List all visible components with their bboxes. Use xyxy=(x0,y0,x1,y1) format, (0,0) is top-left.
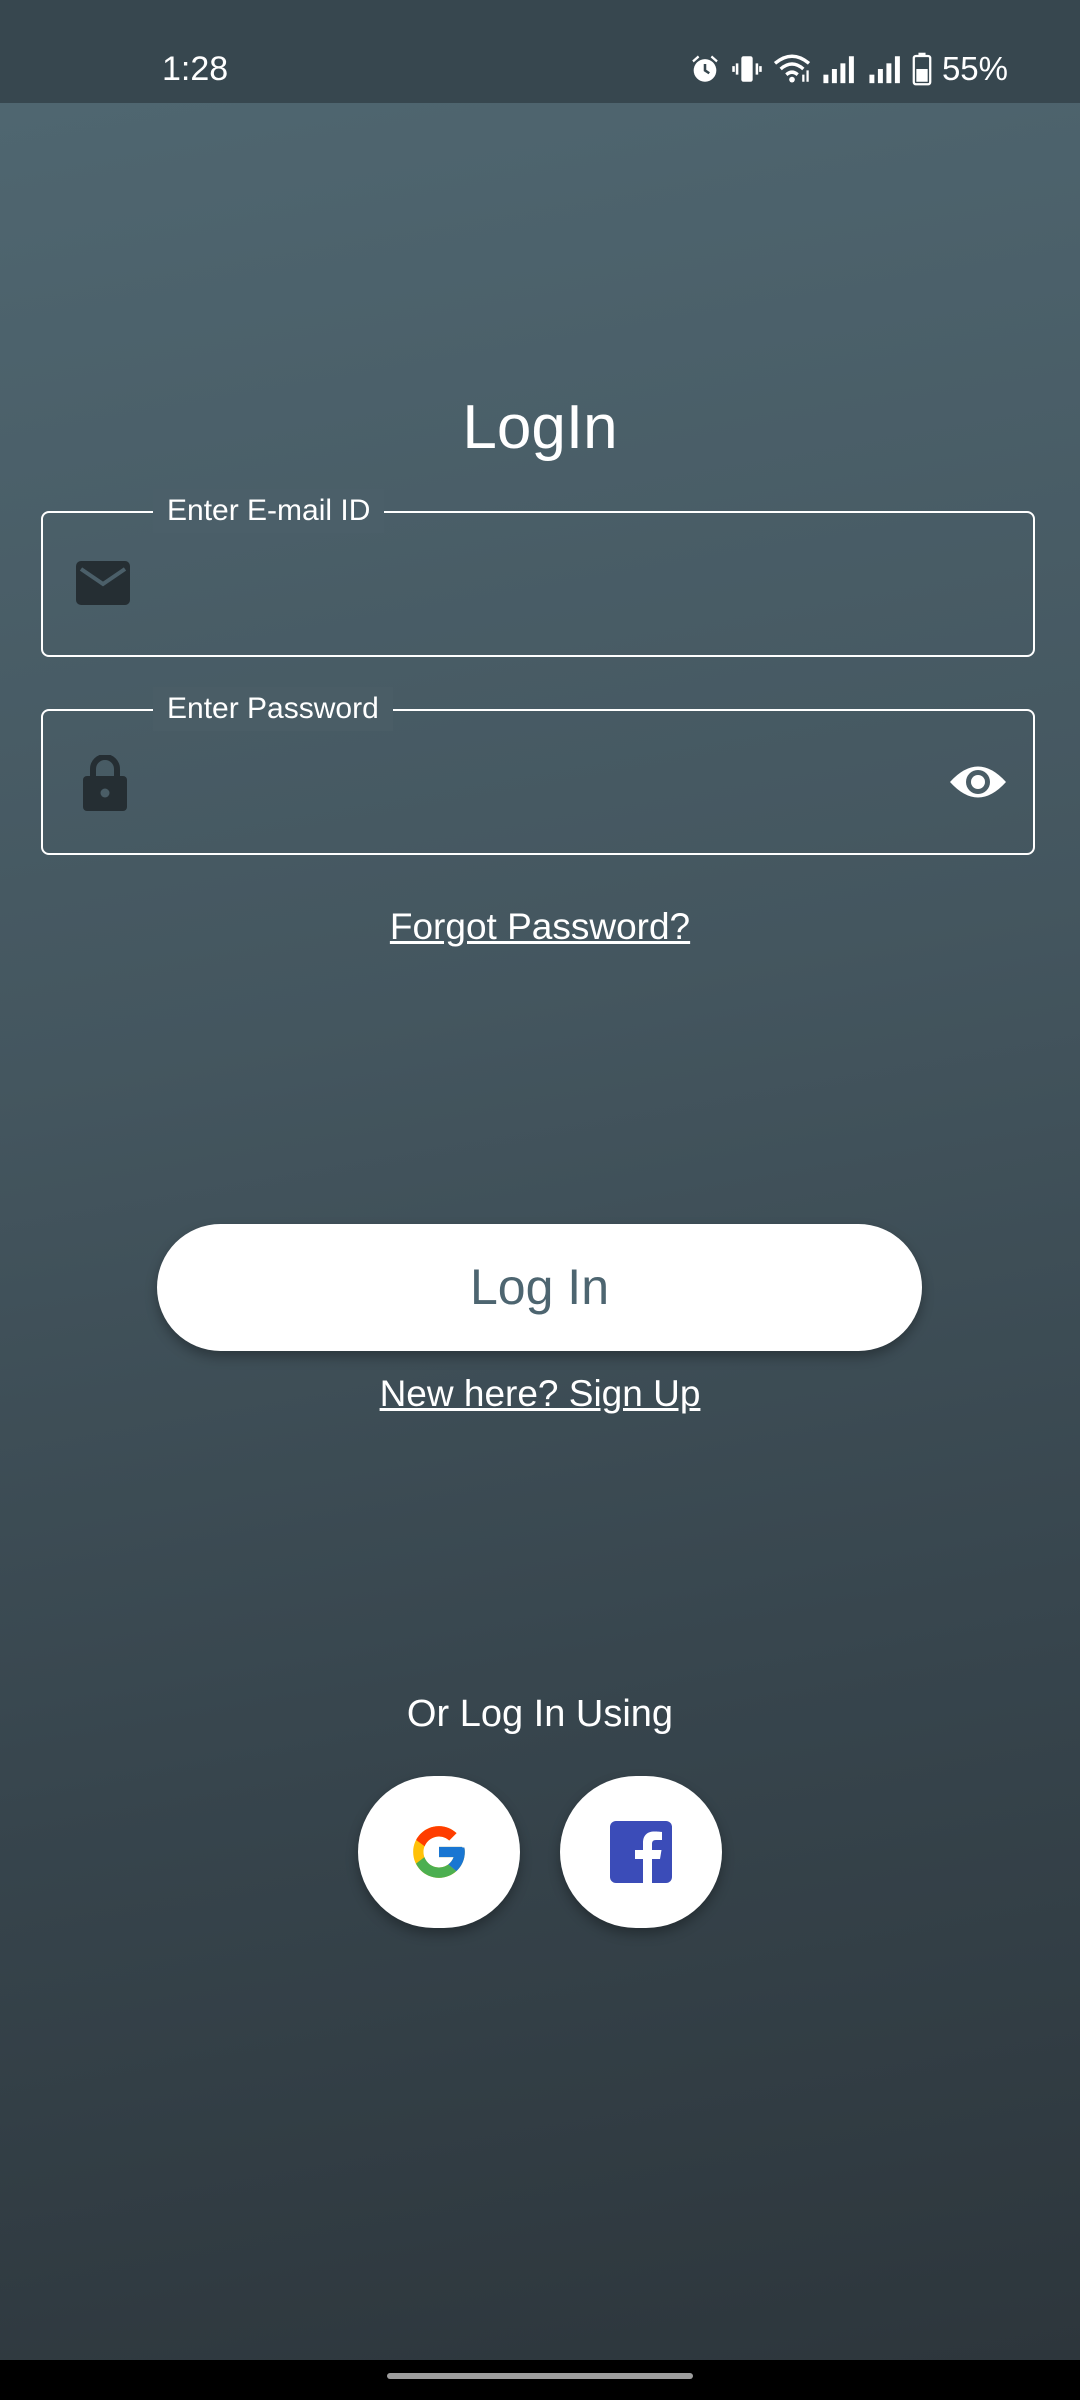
password-field-label: Enter Password xyxy=(153,687,393,731)
alarm-icon xyxy=(692,55,718,82)
alt-login-label: Or Log In Using xyxy=(406,1693,674,1735)
status-icons: 55% xyxy=(688,46,1008,92)
mail-icon xyxy=(76,561,130,605)
facebook-login-button[interactable] xyxy=(560,1776,722,1928)
status-time: 1:28 xyxy=(162,50,229,88)
password-input[interactable] xyxy=(183,751,887,813)
password-field[interactable]: Enter Password xyxy=(41,687,1035,855)
eye-icon[interactable] xyxy=(949,761,1007,803)
facebook-icon xyxy=(610,1821,672,1883)
status-bar: 1:28 55% xyxy=(0,0,1080,103)
signal-icon xyxy=(869,56,900,84)
home-indicator[interactable] xyxy=(387,2373,693,2379)
forgot-password-link[interactable]: Forgot Password? xyxy=(0,902,1080,952)
signal-icon xyxy=(823,56,854,84)
login-button[interactable]: Log In xyxy=(157,1224,922,1351)
email-input[interactable] xyxy=(183,553,887,615)
email-field-label: Enter E-mail ID xyxy=(153,489,385,533)
navigation-bar xyxy=(0,2360,1080,2400)
page-title: LogIn xyxy=(462,393,618,462)
lock-icon xyxy=(83,755,127,811)
login-screen: 1:28 55% LogIn Enter E-mail ID Enter Pas… xyxy=(0,0,1080,2400)
vibrate-icon xyxy=(732,56,762,82)
google-login-button[interactable] xyxy=(358,1776,520,1928)
wifi-icon xyxy=(773,54,811,83)
google-icon xyxy=(413,1826,465,1878)
battery-icon xyxy=(912,52,932,86)
battery-percent: 55% xyxy=(941,50,1008,87)
signup-link[interactable]: New here? Sign Up xyxy=(0,1369,1080,1419)
email-field[interactable]: Enter E-mail ID xyxy=(41,489,1035,657)
